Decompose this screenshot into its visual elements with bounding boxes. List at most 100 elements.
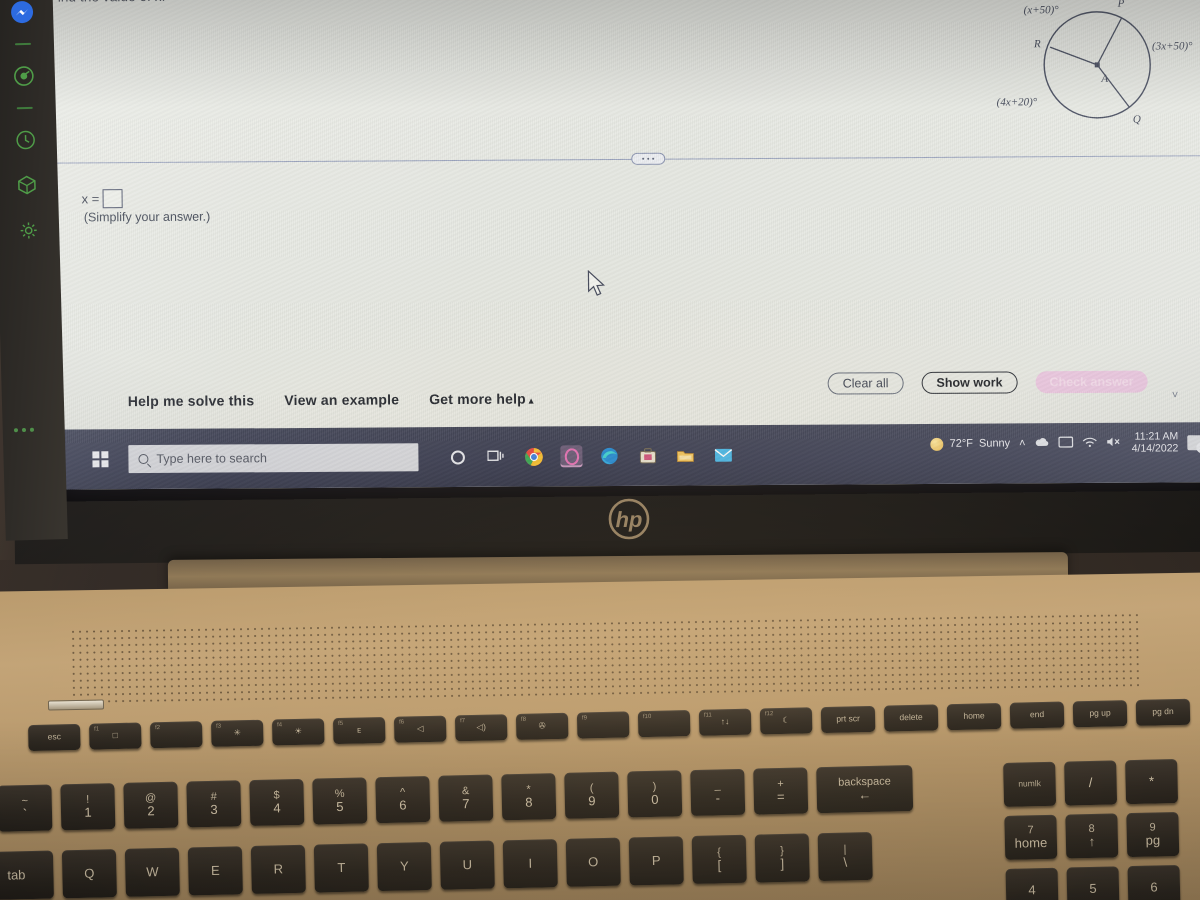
key-pad-9[interactable]: 9 pg — [1126, 811, 1180, 858]
label-center-a: A — [1100, 73, 1108, 85]
key-i[interactable]: I — [502, 839, 558, 889]
key-legend: E — [210, 862, 220, 878]
show-work-button[interactable]: Show work — [921, 371, 1018, 395]
key-num[interactable]: + = — [753, 767, 809, 815]
key-u[interactable]: U — [439, 840, 495, 890]
key-[interactable]: f11 ↑↓ — [698, 708, 752, 736]
key-num-9[interactable]: (9 — [564, 771, 620, 819]
key-pad[interactable]: / — [1064, 760, 1118, 806]
keyboard-letter-row: tab Q W E R T Y U I O P {[}] | \ — [0, 831, 873, 900]
key-legend: prt scr — [836, 713, 861, 725]
task-view-icon[interactable] — [484, 446, 506, 468]
key-[interactable]: f4 ☀ — [271, 718, 325, 746]
key-y[interactable]: Y — [376, 841, 432, 892]
key-[interactable]: f3 ✳ — [210, 719, 264, 747]
key-pad-8[interactable]: 8 ↑ — [1065, 813, 1119, 859]
key-lower-legend: 6 — [399, 797, 407, 813]
mylab-app-icon[interactable] — [560, 445, 583, 468]
key-esc[interactable]: esc — [28, 723, 81, 752]
view-an-example-link[interactable]: View an example — [284, 391, 399, 408]
clock-and-date[interactable]: 11:21 AM 4/14/2022 — [1131, 430, 1179, 454]
key-num[interactable]: _ - — [690, 768, 746, 817]
display-icon[interactable] — [1058, 436, 1074, 451]
key-r[interactable]: R — [250, 844, 306, 895]
key-num-4[interactable]: $4 — [249, 778, 305, 827]
key-fn-number: f11 — [703, 712, 712, 719]
key-pad-6[interactable]: 6 — [1127, 864, 1181, 900]
key-q[interactable]: Q — [61, 849, 117, 899]
key-pad[interactable]: * — [1125, 759, 1179, 805]
key-o[interactable]: O — [565, 837, 621, 887]
clear-all-button[interactable]: Clear all — [827, 372, 904, 395]
check-answer-button[interactable]: Check answer — [1035, 370, 1148, 394]
key-pad-7[interactable]: 7 home — [1004, 814, 1058, 860]
clock-icon[interactable] — [11, 126, 40, 155]
key-num-2[interactable]: @2 — [123, 781, 179, 829]
messenger-icon[interactable] — [8, 0, 37, 26]
key-end[interactable]: end — [1009, 701, 1065, 729]
key-tab[interactable]: tab — [0, 850, 54, 900]
help-me-solve-this-link[interactable]: Help me solve this — [128, 392, 255, 409]
key-w[interactable]: W — [124, 847, 180, 897]
key-[interactable]: f6 ◁ — [393, 715, 447, 743]
key-t[interactable]: T — [313, 843, 369, 893]
get-more-help-link[interactable]: Get more help ▴ — [429, 391, 534, 408]
onedrive-icon[interactable] — [1035, 436, 1050, 450]
key-num-7[interactable]: & 7 — [438, 774, 494, 822]
key-e[interactable]: E — [187, 846, 243, 896]
weather-widget[interactable]: 72°F Sunny — [930, 437, 1011, 451]
mail-icon[interactable] — [712, 444, 734, 466]
key-fn-number: f4 — [277, 722, 283, 729]
answer-input[interactable] — [102, 189, 123, 209]
key-lower-legend: ↑ — [1088, 833, 1096, 849]
start-button[interactable] — [78, 443, 122, 475]
key-[interactable]: }] — [754, 833, 810, 883]
key-f2[interactable]: f2 — [149, 721, 203, 749]
key-num-1[interactable]: ! 1 — [60, 783, 116, 831]
search-input[interactable]: Type here to search — [128, 443, 419, 474]
overlay-sidebar-overflow-dots[interactable] — [13, 427, 35, 433]
key-num-8[interactable]: * 8 — [501, 773, 557, 821]
key-num[interactable]: ~ ` — [0, 784, 53, 832]
key-p[interactable]: P — [628, 836, 684, 886]
key-[interactable]: f12 ☾ — [759, 707, 813, 735]
key-pg-dn[interactable]: pg dn — [1135, 698, 1191, 726]
key-f10[interactable]: f10 — [637, 710, 691, 738]
key-pg-up[interactable]: pg up — [1072, 700, 1128, 728]
key-pad-5[interactable]: 5 — [1066, 866, 1120, 900]
key-[interactable]: f8 ✇ — [515, 712, 569, 740]
key-num-6[interactable]: ^ 6 — [375, 775, 431, 824]
tray-overflow-caret-icon[interactable]: ˄ — [1019, 437, 1026, 449]
gear-icon[interactable] — [14, 216, 43, 245]
wifi-icon[interactable] — [1083, 435, 1098, 450]
cube-icon[interactable] — [13, 171, 42, 200]
key-[interactable]: f7 ◁) — [454, 714, 508, 742]
store-icon[interactable] — [636, 445, 658, 467]
key-lower-legend: \ — [843, 854, 848, 870]
key-backspace[interactable]: backspace ← — [816, 765, 914, 814]
cortana-icon[interactable] — [446, 446, 468, 468]
key-home[interactable]: home — [946, 702, 1002, 731]
edge-icon[interactable] — [598, 445, 620, 467]
notification-center-icon[interactable]: 2 — [1187, 434, 1200, 453]
photo-of-laptop-screen: Find the value of x. P R Q — [0, 0, 1200, 900]
key-f9[interactable]: f9 — [576, 711, 630, 739]
mouse-cursor — [587, 269, 607, 303]
chrome-icon[interactable] — [522, 445, 544, 467]
file-explorer-icon[interactable] — [674, 444, 696, 466]
key-pad-numlk[interactable]: numlk — [1003, 761, 1057, 807]
key-num-0[interactable]: ) 0 — [627, 770, 683, 818]
key-pad-4[interactable]: 4 — [1005, 867, 1059, 900]
key-delete[interactable]: delete — [883, 704, 939, 732]
key-[interactable]: f5 ᴇ — [332, 716, 386, 745]
divider-drag-handle[interactable] — [631, 152, 666, 165]
key-num-5[interactable]: % 5 — [312, 777, 368, 825]
key-[interactable]: {[ — [691, 834, 747, 885]
key-num-3[interactable]: #3 — [186, 780, 242, 828]
key-[interactable]: | \ — [817, 831, 873, 882]
key-prt-scr[interactable]: prt scr — [820, 705, 876, 734]
volume-muted-icon[interactable] — [1107, 435, 1123, 450]
key-[interactable]: f1 □ — [88, 722, 142, 750]
scroll-down-chevron-icon[interactable]: ˅ — [1172, 389, 1179, 401]
record-icon[interactable] — [9, 62, 38, 91]
